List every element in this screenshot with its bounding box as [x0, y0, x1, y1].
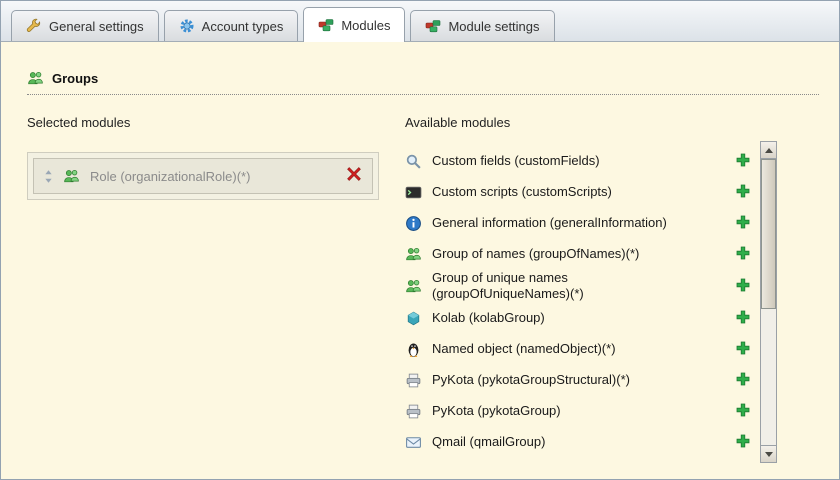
available-module-label: Custom scripts (customScripts) — [432, 184, 612, 200]
info-icon — [405, 215, 422, 232]
magnifier-icon — [405, 153, 422, 170]
available-module-row: Kolab (kolabGroup) — [405, 303, 751, 334]
green-plus-icon — [735, 183, 751, 202]
available-modules-list: Custom fields (customFields) Custom scri… — [405, 142, 777, 458]
add-module-button[interactable] — [735, 340, 751, 359]
available-modules-panel: Available modules Custom fields (customF… — [405, 115, 777, 463]
printer-icon — [405, 372, 422, 389]
add-module-button[interactable] — [735, 277, 751, 296]
red-x-icon — [346, 166, 362, 187]
add-module-button[interactable] — [735, 433, 751, 452]
selected-modules-list: Role (organizationalRole)(*) — [27, 152, 379, 200]
selected-modules-heading: Selected modules — [27, 115, 131, 130]
available-module-label: Named object (namedObject)(*) — [432, 340, 616, 356]
scroll-up-button[interactable] — [761, 142, 776, 159]
tab-module-settings[interactable]: Module settings — [410, 10, 555, 41]
available-module-label: General information (generalInformation) — [432, 215, 667, 231]
section-title: Groups — [52, 71, 99, 86]
tab-bar: General settings Account types Modules M… — [1, 1, 839, 42]
available-module-label: Group of unique names (groupOfUniqueName… — [432, 270, 584, 302]
available-module-row: PyKota (pykotaGroupStructural)(*) — [405, 365, 751, 396]
group-icon — [405, 246, 422, 263]
tab-account-types[interactable]: Account types — [163, 10, 299, 41]
green-plus-icon — [735, 402, 751, 421]
group-icon — [63, 168, 80, 185]
penguin-icon — [405, 341, 422, 358]
section-heading: Groups — [27, 70, 819, 95]
green-plus-icon — [735, 433, 751, 452]
available-module-row: PyKota (pykotaGroup) — [405, 396, 751, 427]
add-module-button[interactable] — [735, 402, 751, 421]
arrow-up-icon — [764, 147, 773, 153]
arrow-down-icon — [764, 451, 773, 457]
tab-general-settings[interactable]: General settings — [11, 10, 159, 41]
green-plus-icon — [735, 340, 751, 359]
modules-columns: Selected modules Role (organizationalRol… — [27, 115, 777, 463]
available-modules-scrollbar[interactable] — [760, 141, 777, 463]
group-icon — [27, 70, 44, 87]
green-plus-icon — [735, 152, 751, 171]
available-module-row: General information (generalInformation) — [405, 208, 751, 239]
printer-icon — [405, 403, 422, 420]
add-module-button[interactable] — [735, 371, 751, 390]
available-module-label: Custom fields (customFields) — [432, 153, 600, 169]
scrollbar-thumb[interactable] — [761, 159, 776, 309]
green-plus-icon — [735, 277, 751, 296]
available-module-row: Named object (namedObject)(*) — [405, 334, 751, 365]
scroll-down-button[interactable] — [761, 445, 776, 462]
available-module-label: Qmail (qmailGroup) — [432, 433, 546, 449]
available-modules-heading: Available modules — [405, 115, 511, 130]
available-module-label: PyKota (pykotaGroupStructural)(*) — [432, 371, 630, 387]
tab-label: Modules — [341, 17, 391, 33]
available-module-label: PyKota (pykotaGroup) — [432, 402, 561, 418]
modules-icon — [318, 17, 334, 33]
available-module-row: Qmail (qmailGroup) — [405, 427, 751, 458]
mail-icon — [405, 434, 422, 451]
tab-label: General settings — [49, 18, 144, 34]
add-module-button[interactable] — [735, 183, 751, 202]
available-module-row: Custom scripts (customScripts) — [405, 177, 751, 208]
group-icon — [405, 278, 422, 295]
available-module-row: Group of unique names (groupOfUniqueName… — [405, 270, 751, 303]
selected-module-label: Role (organizationalRole)(*) — [90, 168, 251, 184]
add-module-button[interactable] — [735, 245, 751, 264]
green-plus-icon — [735, 371, 751, 390]
tab-label: Account types — [201, 18, 284, 34]
gear-icon — [179, 18, 195, 34]
green-plus-icon — [735, 245, 751, 264]
modules-icon — [425, 18, 441, 34]
available-module-row: Group of names (groupOfNames)(*) — [405, 239, 751, 270]
tab-label: Module settings — [448, 18, 540, 34]
tab-modules[interactable]: Modules — [303, 7, 406, 42]
kolab-icon — [405, 310, 422, 327]
green-plus-icon — [735, 309, 751, 328]
terminal-icon — [405, 184, 422, 201]
add-module-button[interactable] — [735, 309, 751, 328]
remove-module-button[interactable] — [346, 166, 362, 187]
wrench-icon — [26, 18, 42, 34]
available-module-label: Kolab (kolabGroup) — [432, 309, 545, 325]
drag-handle-icon[interactable] — [44, 169, 53, 184]
add-module-button[interactable] — [735, 152, 751, 171]
available-module-row: Custom fields (customFields) — [405, 146, 751, 177]
selected-module-row: Role (organizationalRole)(*) — [33, 158, 373, 194]
green-plus-icon — [735, 214, 751, 233]
selected-modules-panel: Selected modules Role (organizationalRol… — [27, 115, 379, 200]
lam-configuration-window: General settings Account types Modules M… — [0, 0, 840, 480]
add-module-button[interactable] — [735, 214, 751, 233]
available-module-label: Group of names (groupOfNames)(*) — [432, 246, 640, 262]
